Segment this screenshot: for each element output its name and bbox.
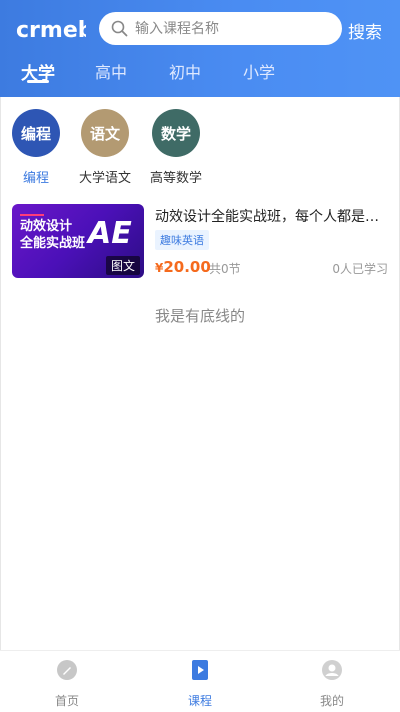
search-input[interactable] [135,12,325,45]
category-circle: 数学 [152,109,200,157]
course-tag: 趣味英语 [155,230,209,250]
category-label: 大学语文 [78,171,131,186]
course-card[interactable]: 动效设计 全能实战班 AE 图文 动效设计全能实战班，每个人都是… 趣味英语 ¥… [12,204,388,280]
course-thumbnail: 动效设计 全能实战班 AE 图文 [12,204,144,278]
tab-gaozhong[interactable]: 高中 [95,59,127,83]
svg-text:crmeb: crmeb [16,18,86,43]
tabbar-course[interactable]: 课程 [160,659,240,709]
user-icon [322,660,342,680]
bottom-tabbar: 首页 课程 我的 [0,650,400,712]
category-row: 编程 编程 语文 大学语文 数学 高等数学 [0,97,400,192]
course-price: ¥20.00 [155,258,211,276]
thumb-title: 动效设计 全能实战班 [20,218,85,252]
thumb-line2: 全能实战班 [20,236,86,251]
course-icon [192,660,208,680]
tabbar-label: 课程 [187,694,212,708]
category-circle: 编程 [12,109,60,157]
price-value: 20.00 [163,258,211,276]
end-of-list-text: 我是有底线的 [154,307,245,325]
category-circle: 语文 [81,109,129,157]
category-item-shuxue[interactable]: 数学 高等数学 [136,109,216,186]
tabbar-label: 首页 [54,694,79,708]
search-bar[interactable] [99,12,342,45]
thumb-ae-logo: AE [88,216,132,251]
active-tab-indicator [27,80,49,83]
level-tabs: 大学 高中 初中 小学 [0,57,400,97]
top-header: crmeb 搜索 大学 高中 初中 小学 [0,0,400,97]
learner-count: 0人已学习 [332,262,388,276]
search-button[interactable]: 搜索 [348,18,382,43]
tabbar-label: 我的 [319,694,344,708]
thumb-line1: 动效设计 [20,219,73,234]
thumb-accent-bar [20,214,44,216]
tabbar-mine[interactable]: 我的 [292,659,372,709]
category-label: 高等数学 [149,171,202,186]
category-item-yuwen[interactable]: 语文 大学语文 [65,109,145,186]
tab-xiaoxue[interactable]: 小学 [243,59,275,83]
search-icon [111,20,128,37]
tab-chuzhong[interactable]: 初中 [169,59,201,83]
course-title: 动效设计全能实战班，每个人都是… [155,209,379,225]
course-type-badge: 图文 [105,256,140,275]
home-icon [57,660,77,680]
crmeb-logo: crmeb [16,18,86,43]
lesson-count: 共0节 [209,262,241,276]
tabbar-home[interactable]: 首页 [27,659,107,709]
